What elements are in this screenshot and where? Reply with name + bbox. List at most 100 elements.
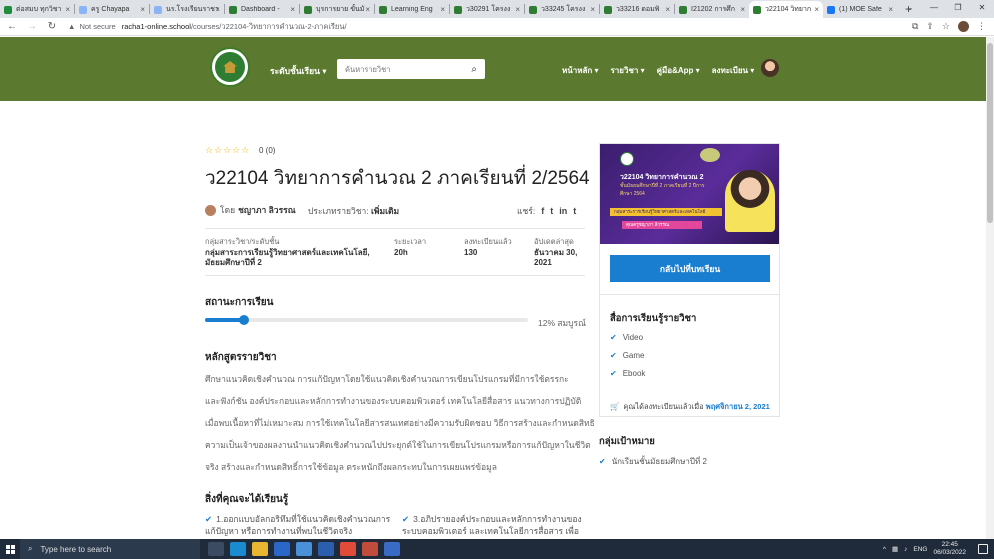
banner-subtitle: ชั้นมัธยมศึกษาปีที่ 2 ภาคเรียนที่ 2 ปีกา…	[620, 183, 705, 197]
tab-close-icon[interactable]: ×	[440, 5, 445, 14]
task-view-icon[interactable]	[208, 542, 224, 556]
browser-tab[interactable]: นร.โรงเรียนราชา ×	[150, 1, 224, 18]
meta-group-value[interactable]: กลุ่มสาระการเรียนรู้วิทยาศาสตร์และเทคโนโ…	[205, 248, 375, 268]
tab-close-icon[interactable]: ×	[65, 5, 70, 14]
tab-close-icon[interactable]: ×	[365, 5, 370, 14]
translate-icon[interactable]: ⧉	[912, 21, 918, 32]
browser-tab[interactable]: บุรการยาย ขั้นมั ×	[300, 1, 374, 18]
taskbar-search-text: Type here to search	[40, 544, 112, 554]
word-icon[interactable]	[318, 542, 334, 556]
nav-courses[interactable]: รายวิชา ▾	[611, 64, 645, 77]
notification-icon[interactable]	[978, 544, 988, 554]
tab-close-icon[interactable]: ×	[515, 5, 520, 14]
language-indicator[interactable]: ENG	[913, 546, 927, 553]
edge-icon[interactable]	[230, 542, 246, 556]
tab-close-icon[interactable]: ×	[590, 5, 595, 14]
target-heading: กลุ่มเป้าหมาย	[599, 436, 655, 447]
tab-close-icon[interactable]: ×	[888, 5, 893, 14]
chrome-profile-icon[interactable]	[362, 542, 378, 556]
cart-icon: 🛒	[610, 402, 620, 411]
category-value[interactable]: เพิ่มเติม	[371, 206, 399, 216]
browser-menu-icon[interactable]: ⋮	[977, 21, 986, 32]
clock-time: 22:45	[941, 541, 958, 548]
meta-enrolled-value: 130	[464, 248, 478, 257]
network-icon[interactable]: ▦	[892, 545, 898, 553]
banner-logo	[620, 152, 634, 166]
learn-item-text: 1.ออกแบบอัลกอริทึมที่ใช้แนวคิดเชิงคำนวณก…	[205, 514, 391, 536]
course-sidebar-card: ว22104 วิทยาการคำนวณ 2 ชั้นมัธยมศึกษาปีท…	[599, 143, 780, 417]
meta-enrolled-label: ลงทะเบียนแล้ว	[464, 237, 512, 246]
start-button[interactable]	[0, 539, 20, 559]
browser-tab[interactable]: ต่อสมบ ทุกวิชา ×	[0, 1, 74, 18]
clock[interactable]: 22:45 06/03/2022	[933, 541, 966, 557]
file-explorer-icon[interactable]	[252, 542, 268, 556]
page-scrollbar[interactable]	[986, 37, 994, 539]
minimize-button[interactable]: —	[922, 0, 946, 18]
browser-tab[interactable]: ว33245 โครงง ×	[525, 1, 599, 18]
school-logo[interactable]	[210, 47, 250, 87]
material-item: ✔ Ebook	[610, 369, 645, 378]
browser-tab[interactable]: (1) MOE Safe ×	[823, 1, 897, 18]
tab-search-icon[interactable]: ⌄	[898, 0, 922, 18]
tab-close-icon[interactable]: ×	[665, 5, 670, 14]
back-icon[interactable]: ←	[4, 21, 20, 32]
material-label: Video	[622, 333, 644, 342]
forward-icon[interactable]: →	[24, 21, 40, 32]
calculator-icon[interactable]	[384, 542, 400, 556]
taskbar-search[interactable]: ⌕ Type here to search	[20, 539, 200, 559]
banner-teacher: คุณครูชญาภา ลิวรรณ	[622, 221, 702, 229]
tab-close-icon[interactable]: ×	[740, 5, 745, 14]
browser-tab[interactable]: ว22104 วิทยาก ×	[749, 1, 823, 18]
close-window-button[interactable]: ✕	[970, 0, 994, 18]
target-item-text: นักเรียนชั้นมัธยมศึกษาปีที่ 2	[611, 457, 707, 466]
reload-icon[interactable]: ↻	[44, 21, 60, 32]
nav-register[interactable]: ลงทะเบียน ▾	[712, 64, 755, 77]
url-path: /courses/ว22104-วิทยาการคำนวณ-2-ภาคเรียน…	[190, 21, 347, 31]
url-field[interactable]: ▲ Not secure racha1-online.school/course…	[68, 21, 347, 33]
facebook-icon[interactable]: f	[541, 206, 544, 216]
level-menu[interactable]: ระดับชั้นเรียน ▾	[270, 64, 327, 78]
tray-chevron-icon[interactable]: ^	[883, 546, 886, 553]
tab-close-icon[interactable]: ×	[215, 5, 220, 14]
continue-lesson-button[interactable]: กลับไปที่บทเรียน	[610, 255, 770, 282]
tumblr-icon[interactable]: t	[573, 206, 576, 216]
app-icon[interactable]	[296, 542, 312, 556]
course-category: ประเภทรายวิชา: เพิ่มเติม	[308, 204, 399, 218]
banner-stripe: กลุ่มสาระการเรียนรู้วิทยาศาสตร์และเทคโนโ…	[610, 208, 722, 216]
scrollbar-thumb[interactable]	[987, 43, 993, 223]
volume-icon[interactable]: ♪	[904, 546, 907, 553]
browser-tab[interactable]: Learning Eng ×	[375, 1, 449, 18]
twitter-icon[interactable]: t	[550, 206, 553, 216]
browser-tab[interactable]: I21202 การศึก ×	[675, 1, 749, 18]
share-page-icon[interactable]: ⇪	[926, 21, 934, 32]
linkedin-icon[interactable]: in	[559, 206, 567, 216]
share-label: แชร์:	[517, 206, 536, 216]
tab-favicon-icon	[529, 5, 537, 14]
browser-tab[interactable]: ว30291 โครงง ×	[450, 1, 524, 18]
user-avatar[interactable]	[761, 59, 779, 77]
tab-close-icon[interactable]: ×	[814, 5, 819, 14]
browser-tab[interactable]: ว33216 ดอมพิ ×	[600, 1, 674, 18]
tab-label: บุรการยาย ขั้นมั	[316, 6, 365, 13]
browser-tab[interactable]: ครู Chayapa ×	[75, 1, 149, 18]
author-name[interactable]: ชญาภา ลิวรรณ	[238, 203, 296, 217]
bookmark-star-icon[interactable]: ☆	[942, 21, 950, 32]
nav-home[interactable]: หน้าหลัก ▾	[562, 64, 599, 77]
description-line: ศึกษาแนวคิดเชิงคำนวณ การแก้ปัญหาโดยใช้แน…	[205, 374, 569, 384]
author-by-label: โดย	[220, 205, 236, 215]
browser-tab[interactable]: Dashboard - ×	[225, 1, 299, 18]
nav-manual-app[interactable]: คู่มือ&App ▾	[657, 64, 700, 77]
maximize-button[interactable]: ❐	[946, 0, 970, 18]
warning-icon: ▲	[68, 22, 76, 31]
mail-icon[interactable]	[274, 542, 290, 556]
profile-avatar[interactable]	[958, 21, 969, 32]
material-label: Game	[622, 351, 645, 360]
chrome-icon[interactable]	[340, 542, 356, 556]
tab-close-icon[interactable]: ×	[290, 5, 295, 14]
check-icon: ✔	[610, 351, 617, 360]
course-search-input[interactable]	[345, 64, 465, 74]
search-icon[interactable]: ⌕	[471, 64, 477, 75]
tab-favicon-icon	[379, 5, 387, 14]
planet-icon	[700, 148, 720, 162]
tab-close-icon[interactable]: ×	[140, 5, 145, 14]
